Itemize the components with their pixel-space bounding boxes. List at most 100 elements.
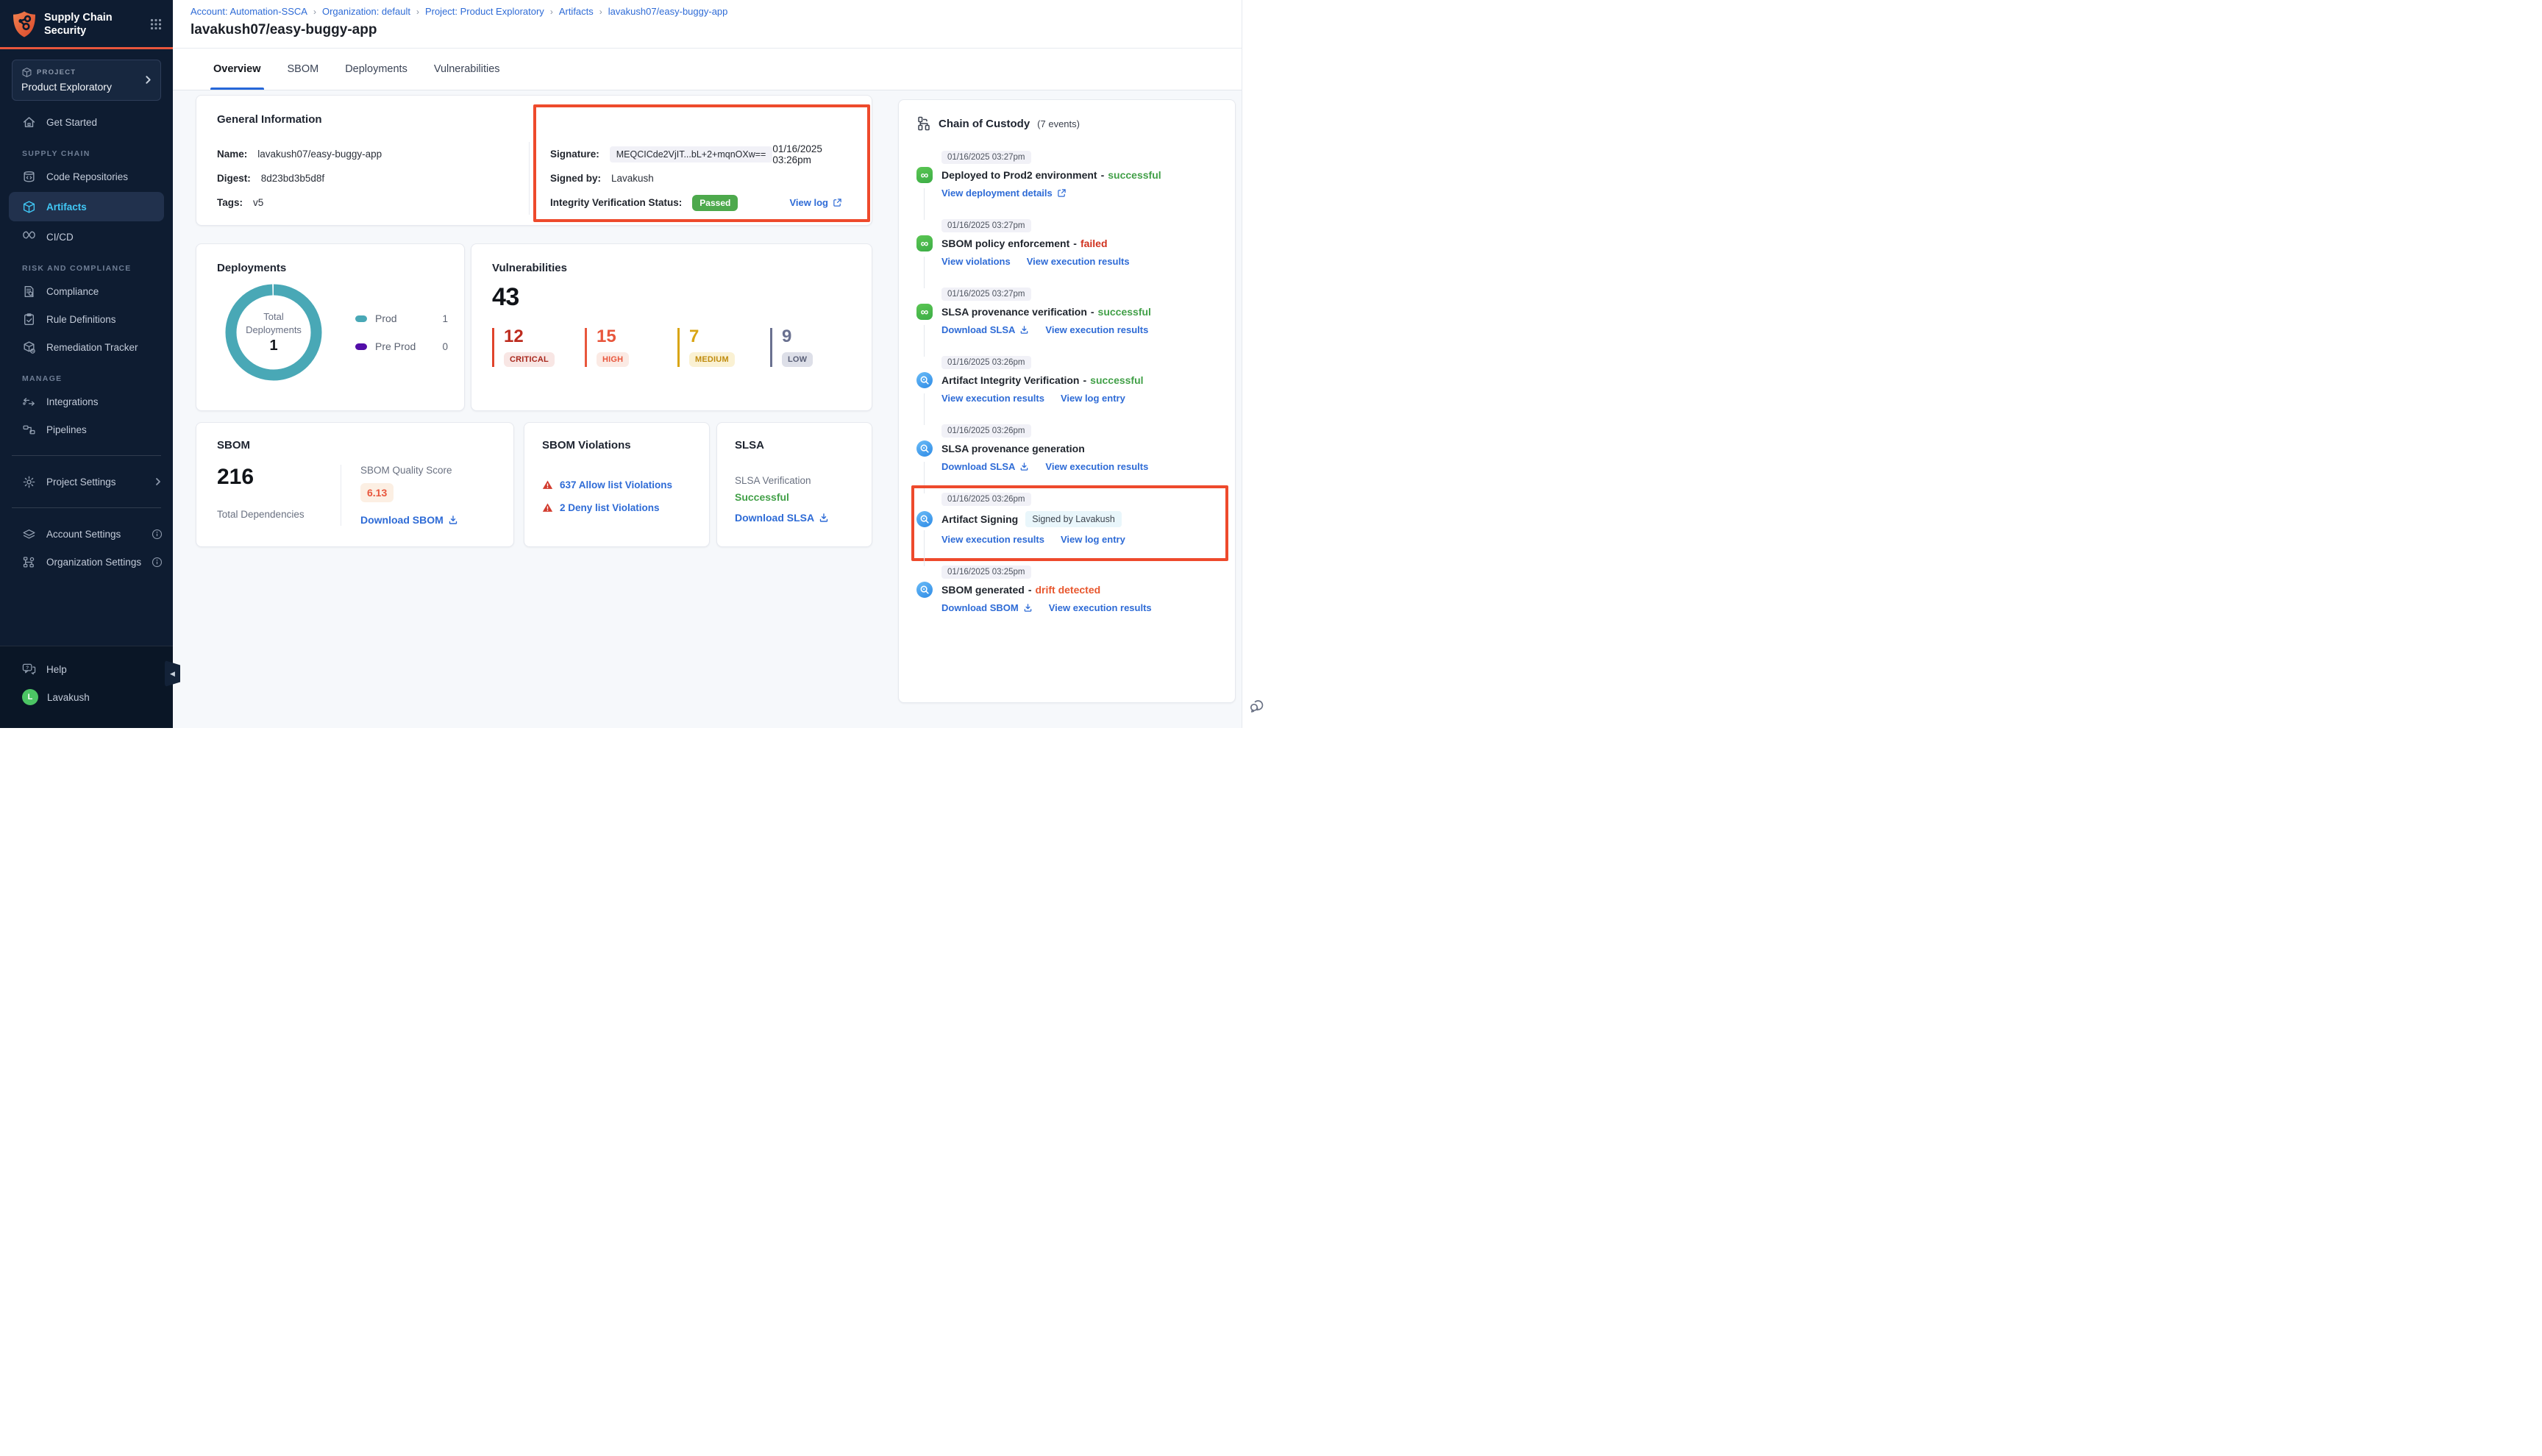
- sidebar-item-project-settings[interactable]: Project Settings: [0, 468, 173, 496]
- signature-label: Signature:: [550, 149, 599, 160]
- sidebar-item-rule-definitions[interactable]: Rule Definitions: [0, 305, 173, 333]
- event-status: successful: [1090, 374, 1143, 386]
- avatar: L: [22, 689, 38, 705]
- app-window: Supply Chain Security PROJECT Product Ex…: [0, 0, 1271, 728]
- info-icon: [152, 529, 163, 540]
- events-count: (7 events): [1037, 118, 1080, 129]
- sbom-quality-score-label: SBOM Quality Score: [360, 465, 458, 476]
- app-title: Supply Chain Security: [44, 11, 125, 38]
- breadcrumb-artifact-name[interactable]: lavakush07/easy-buggy-app: [608, 6, 728, 17]
- breadcrumb-project[interactable]: Project: Product Exploratory: [425, 6, 544, 17]
- view-log-entry-link[interactable]: View log entry: [1061, 393, 1125, 404]
- project-selector-label: PROJECT: [37, 68, 76, 76]
- severity-badge: HIGH: [597, 352, 629, 367]
- tab-overview[interactable]: Overview: [213, 49, 261, 90]
- sidebar-item-organization-settings[interactable]: Organization Settings: [0, 548, 173, 576]
- user-name: Lavakush: [47, 692, 90, 703]
- gear-icon: [22, 475, 36, 489]
- sidebar-item-cicd[interactable]: CI/CD: [0, 223, 173, 251]
- org-chart-gear-icon: [22, 555, 36, 569]
- sidebar-item-pipelines[interactable]: Pipelines: [0, 415, 173, 443]
- info-icon: [152, 557, 163, 568]
- sbom-card: SBOM 216 Total Dependencies SBOM Quality…: [196, 422, 514, 547]
- sidebar-item-compliance[interactable]: Compliance: [0, 277, 173, 305]
- chain-event-slsa-provenance-generation: 01/16/2025 03:26pm SLSA provenance gener…: [916, 424, 1217, 492]
- chevron-right-icon: [154, 477, 163, 486]
- sidebar-item-get-started[interactable]: Get Started: [0, 108, 173, 136]
- signature-value[interactable]: MEQCICde2VjIT...bL+2+mqnOXw==: [610, 146, 773, 163]
- download-sbom-link[interactable]: Download SBOM: [360, 514, 458, 526]
- sidebar-item-code-repositories[interactable]: Code Repositories: [0, 163, 173, 190]
- allow-list-violations-link[interactable]: 637 Allow list Violations: [560, 479, 672, 490]
- view-execution-results-link[interactable]: View execution results: [1049, 602, 1152, 613]
- module-grid-icon[interactable]: [149, 18, 163, 31]
- breadcrumb-account[interactable]: Account: Automation-SSCA: [191, 6, 307, 17]
- download-slsa-link[interactable]: Download SLSA: [735, 512, 829, 524]
- event-title: Deployed to Prod2 environment: [941, 169, 1097, 181]
- warning-icon: [542, 502, 553, 513]
- view-log-entry-link[interactable]: View log entry: [1061, 534, 1125, 545]
- sidebar-item-account-settings[interactable]: Account Settings: [0, 520, 173, 548]
- timeline-connector: [924, 257, 925, 288]
- sidebar: Supply Chain Security PROJECT Product Ex…: [0, 0, 173, 728]
- view-execution-results-link[interactable]: View execution results: [1027, 256, 1130, 267]
- sidebar-item-help[interactable]: Help: [0, 655, 173, 683]
- breadcrumb-artifacts[interactable]: Artifacts: [559, 6, 594, 17]
- prod-swatch-icon: [355, 315, 367, 322]
- project-selector[interactable]: PROJECT Product Exploratory: [12, 60, 161, 101]
- sidebar-divider: [12, 455, 161, 456]
- timeline-connector: [924, 530, 925, 566]
- warning-icon: [542, 479, 553, 490]
- pipelines-icon: [22, 423, 36, 437]
- deployments-donut-chart: TotalDeployments 1: [220, 279, 327, 386]
- event-timestamp: 01/16/2025 03:27pm: [941, 151, 1031, 164]
- legend-item-pre-prod: Pre Prod 0: [355, 340, 448, 352]
- view-execution-results-link[interactable]: View execution results: [941, 534, 1044, 545]
- scan-icon: [916, 511, 933, 527]
- slsa-card: SLSA SLSA Verification Successful Downlo…: [716, 422, 872, 547]
- view-execution-results-link[interactable]: View execution results: [1045, 461, 1148, 472]
- download-sbom-link[interactable]: Download SBOM: [941, 602, 1033, 613]
- chain-event-artifact-integrity-verification: 01/16/2025 03:26pm Artifact Integrity Ve…: [916, 355, 1217, 424]
- tab-vulnerabilities[interactable]: Vulnerabilities: [434, 49, 500, 90]
- view-execution-results-link[interactable]: View execution results: [941, 393, 1044, 404]
- deny-list-violations-row: 2 Deny list Violations: [542, 502, 709, 513]
- view-execution-results-link[interactable]: View execution results: [1045, 324, 1148, 335]
- vulnerabilities-total: 43: [492, 283, 872, 312]
- tab-deployments[interactable]: Deployments: [345, 49, 407, 90]
- allow-list-violations-row: 637 Allow list Violations: [542, 479, 709, 490]
- view-log-link[interactable]: View log: [790, 197, 843, 208]
- download-slsa-link[interactable]: Download SLSA: [941, 324, 1029, 335]
- tab-sbom[interactable]: SBOM: [288, 49, 319, 90]
- chain-of-custody-icon: [916, 116, 931, 131]
- support-chat-icon[interactable]: [1248, 697, 1266, 715]
- tab-bar: Overview SBOM Deployments Vulnerabilitie…: [173, 49, 1271, 90]
- vuln-stat-medium: 7 MEDIUM: [677, 328, 770, 367]
- integrity-status-label: Integrity Verification Status:: [550, 197, 682, 208]
- timeline-connector: [924, 188, 925, 220]
- chain-of-custody-panel: Chain of Custody (7 events) 01/16/2025 0…: [898, 99, 1236, 703]
- breadcrumb-organization[interactable]: Organization: default: [322, 6, 410, 17]
- severity-badge: MEDIUM: [689, 352, 735, 367]
- event-timestamp: 01/16/2025 03:26pm: [941, 493, 1031, 506]
- sidebar-item-user[interactable]: L Lavakush: [0, 683, 173, 711]
- sidebar-item-integrations[interactable]: Integrations: [0, 388, 173, 415]
- sidebar-item-remediation-tracker[interactable]: Remediation Tracker: [0, 333, 173, 361]
- timeline-connector: [924, 462, 925, 493]
- document-search-icon: [22, 285, 36, 299]
- integrations-icon: [22, 395, 36, 409]
- view-violations-link[interactable]: View violations: [941, 256, 1011, 267]
- clipboard-check-icon: [22, 313, 36, 326]
- deny-list-violations-link[interactable]: 2 Deny list Violations: [560, 502, 660, 513]
- sidebar-item-artifacts[interactable]: Artifacts: [9, 192, 164, 221]
- project-cube-icon: [21, 67, 32, 78]
- sidebar-section-supply-chain: SUPPLY CHAIN: [0, 136, 173, 163]
- view-deployment-details-link[interactable]: View deployment details: [941, 188, 1067, 199]
- download-slsa-link[interactable]: Download SLSA: [941, 461, 1029, 472]
- chain-event-sbom-generated: 01/16/2025 03:25pm SBOM generated - drif…: [916, 565, 1217, 633]
- name-label: Name:: [217, 149, 247, 160]
- event-timestamp: 01/16/2025 03:27pm: [941, 219, 1031, 232]
- breadcrumb-separator: ›: [416, 7, 419, 17]
- card-title: SBOM: [217, 439, 513, 452]
- vuln-stat-critical: 12 CRITICAL: [492, 328, 585, 367]
